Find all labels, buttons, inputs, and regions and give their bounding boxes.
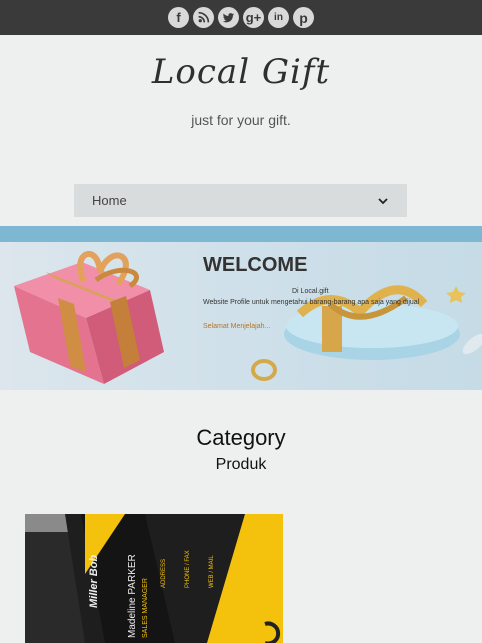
rss-icon[interactable]: [193, 7, 214, 28]
banner-line-2: Website Profile untuk mengetahui barang-…: [203, 299, 420, 306]
banner-line-1: Di Local.gift: [292, 288, 329, 295]
card-person: Madeline PARKER: [127, 554, 138, 638]
banner-link[interactable]: Selamat Menjelajah...: [203, 323, 270, 330]
welcome-banner: WELCOME Di Local.gift Website Profile un…: [0, 242, 482, 390]
social-bar: f g+ in p: [0, 0, 482, 35]
pinterest-icon[interactable]: p: [293, 7, 314, 28]
site-tagline: just for your gift.: [191, 112, 291, 128]
chevron-down-icon: [378, 197, 388, 204]
twitter-icon[interactable]: [218, 7, 239, 28]
nav-selected-label: Home: [92, 193, 127, 208]
linkedin-icon[interactable]: in: [268, 7, 289, 28]
banner-top-strip: [0, 226, 482, 242]
product-image[interactable]: Miller Bob Madeline PARKER SALES MANAGER…: [25, 514, 283, 643]
card-phone-label: PHONE / FAX: [185, 550, 191, 588]
category-title: Category: [196, 425, 286, 450]
site-logo[interactable]: Local Gift: [0, 52, 482, 92]
card-address-label: ADDRESS: [161, 559, 167, 588]
facebook-icon[interactable]: f: [168, 7, 189, 28]
card-name: Miller Bob: [88, 555, 100, 608]
card-web-label: WEB / MAIL: [209, 555, 215, 588]
category-subtitle: Produk: [215, 456, 267, 473]
banner-title: WELCOME: [203, 254, 308, 276]
card-role: SALES MANAGER: [142, 578, 149, 638]
nav-select[interactable]: Home: [74, 184, 407, 217]
google-plus-icon[interactable]: g+: [243, 7, 264, 28]
